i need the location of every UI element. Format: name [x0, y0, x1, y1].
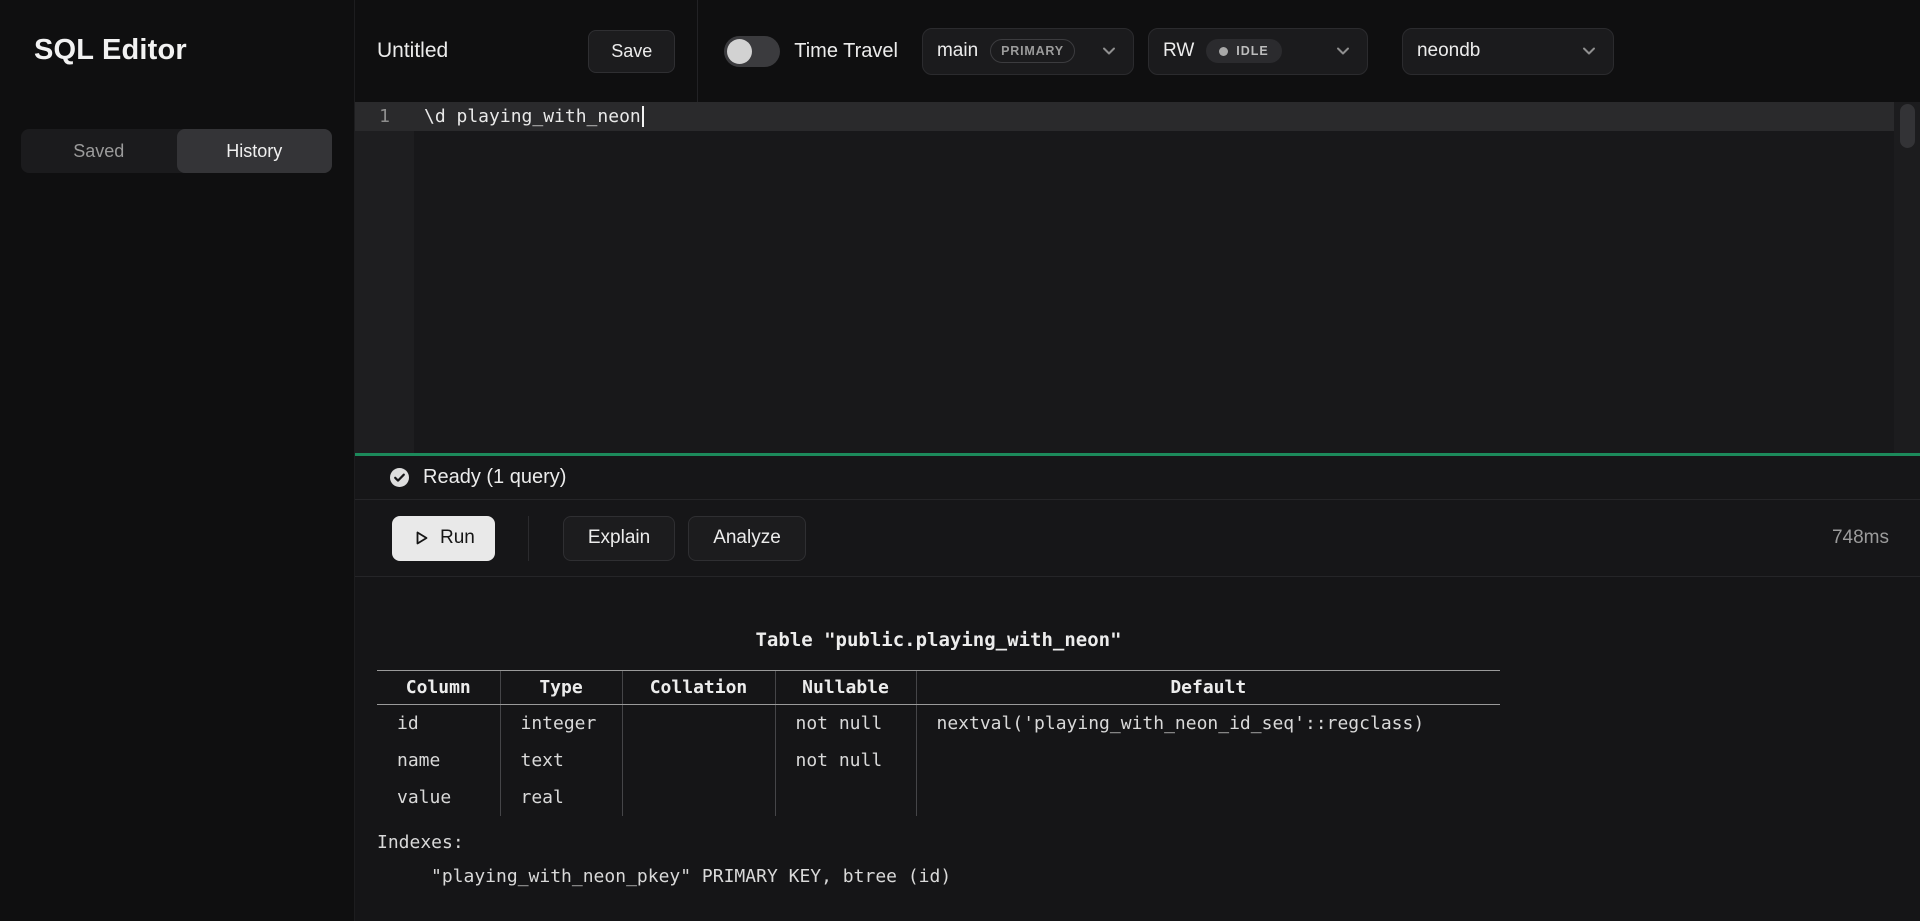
status-bar: Ready (1 query)	[355, 456, 1920, 500]
analyze-button[interactable]: Analyze	[688, 516, 806, 561]
status-message: Ready (1 query)	[423, 466, 566, 489]
branch-selector[interactable]: main PRIMARY	[922, 28, 1134, 75]
editor-scrollbar-track	[1894, 102, 1920, 453]
text-cursor	[642, 106, 644, 127]
table-cell: real	[500, 779, 622, 816]
play-icon	[412, 529, 430, 547]
table-body: idinteger not nullnextval('playing_with_n…	[377, 705, 1500, 817]
column-header: Nullable	[775, 671, 916, 705]
column-header: Collation	[622, 671, 775, 705]
table-header-row: ColumnTypeCollationNullableDefault	[377, 671, 1500, 705]
column-header: Default	[916, 671, 1500, 705]
table-cell: name	[377, 742, 500, 779]
editor-scrollbar-thumb[interactable]	[1900, 104, 1915, 148]
check-circle-icon	[389, 467, 410, 488]
table-cell	[622, 742, 775, 779]
table-cell	[916, 779, 1500, 816]
database-name: neondb	[1417, 40, 1480, 62]
index-line: "playing_with_neon_pkey" PRIMARY KEY, bt…	[377, 866, 1500, 887]
segmented-control: Saved History	[21, 129, 332, 173]
code-line: \d playing_with_neon	[414, 106, 644, 127]
database-selector[interactable]: neondb	[1402, 28, 1614, 75]
table-cell: not null	[775, 742, 916, 779]
branch-name: main	[937, 40, 978, 62]
code-editor[interactable]: 1 \d playing_with_neon	[355, 102, 1920, 453]
query-toolbar: Run Explain Analyze 748ms	[355, 500, 1920, 577]
table-cell: text	[500, 742, 622, 779]
table-cell: value	[377, 779, 500, 816]
query-name[interactable]: Untitled	[377, 39, 448, 63]
sql-editor-app: SQL Editor Saved History Untitled Save T…	[0, 0, 1920, 921]
indexes-label: Indexes:	[377, 832, 1500, 853]
results-content: Table "public.playing_with_neon" ColumnT…	[377, 629, 1500, 887]
indexes-list: "playing_with_neon_pkey" PRIMARY KEY, bt…	[377, 866, 1500, 887]
chevron-down-icon	[1579, 41, 1599, 61]
table-cell: not null	[775, 705, 916, 743]
tab-history[interactable]: History	[177, 129, 333, 173]
compute-selector[interactable]: RW IDLE	[1148, 28, 1368, 75]
results-panel: Table "public.playing_with_neon" ColumnT…	[355, 577, 1920, 921]
results-table: ColumnTypeCollationNullableDefault idint…	[377, 670, 1500, 816]
topbar-divider	[697, 0, 698, 102]
main-panel: Untitled Save Time Travel main PRIMARY R…	[355, 0, 1920, 921]
table-row: nametext not null	[377, 742, 1500, 779]
table-cell	[622, 779, 775, 816]
table-cell	[916, 742, 1500, 779]
status-dot-icon	[1219, 47, 1228, 56]
query-duration: 748ms	[1832, 527, 1889, 549]
tab-saved[interactable]: Saved	[21, 129, 177, 173]
table-cell: nextval('playing_with_neon_id_seq'::regc…	[916, 705, 1500, 743]
run-label: Run	[440, 527, 475, 549]
chevron-down-icon	[1099, 41, 1119, 61]
table-row: valuereal	[377, 779, 1500, 816]
table-cell	[622, 705, 775, 743]
toggle-knob	[727, 39, 752, 64]
table-cell: integer	[500, 705, 622, 743]
compute-status-badge: IDLE	[1206, 39, 1281, 63]
results-table-title: Table "public.playing_with_neon"	[377, 629, 1500, 651]
compute-label: RW	[1163, 40, 1194, 62]
toolbar-divider	[528, 516, 529, 561]
topbar: Untitled Save Time Travel main PRIMARY R…	[355, 0, 1920, 102]
page-title: SQL Editor	[0, 0, 354, 67]
sidebar: SQL Editor Saved History	[0, 0, 355, 921]
table-row: idinteger not nullnextval('playing_with_n…	[377, 705, 1500, 743]
column-header: Type	[500, 671, 622, 705]
time-travel-label: Time Travel	[794, 40, 898, 63]
line-number: 1	[355, 106, 414, 127]
explain-button[interactable]: Explain	[563, 516, 675, 561]
compute-status: IDLE	[1236, 44, 1268, 58]
chevron-down-icon	[1333, 41, 1353, 61]
table-cell	[775, 779, 916, 816]
code-text: \d playing_with_neon	[424, 106, 641, 127]
editor-active-line: 1 \d playing_with_neon	[355, 102, 1920, 131]
table-cell: id	[377, 705, 500, 743]
save-button[interactable]: Save	[588, 30, 675, 73]
primary-badge: PRIMARY	[990, 39, 1075, 63]
column-header: Column	[377, 671, 500, 705]
time-travel-toggle[interactable]	[724, 36, 780, 67]
editor-gutter	[355, 102, 414, 453]
run-button[interactable]: Run	[392, 516, 495, 561]
